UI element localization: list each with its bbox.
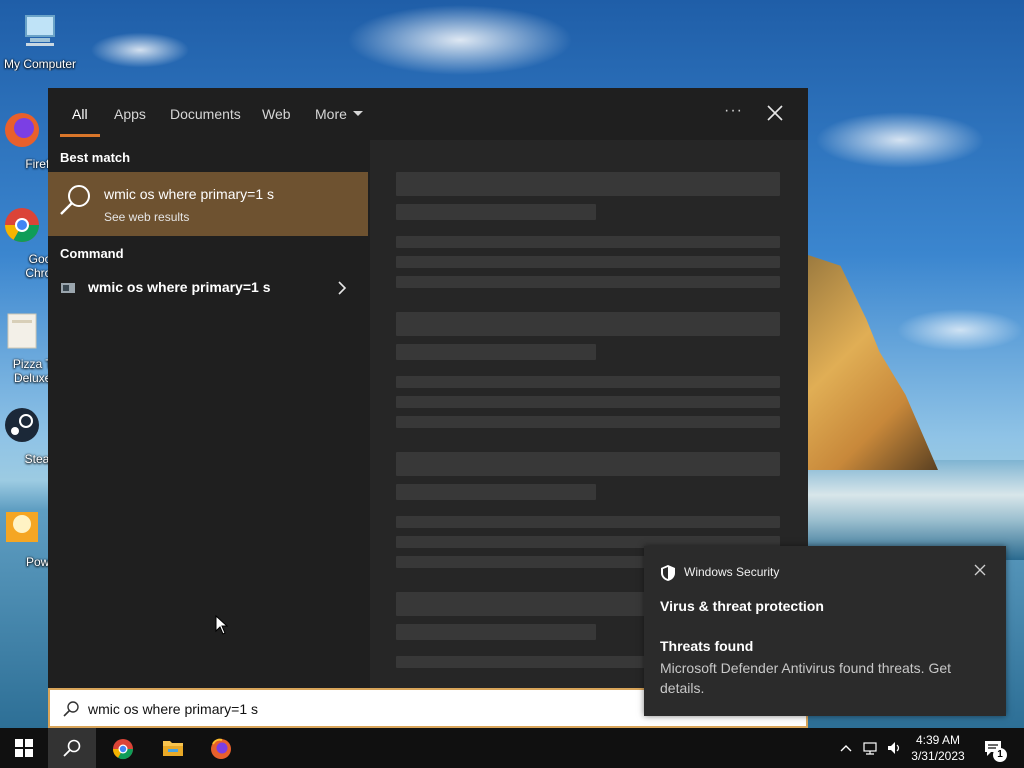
firefox-icon [5, 113, 39, 147]
action-center-button[interactable]: 1 [980, 728, 1024, 768]
toast-heading: Virus & threat protection [660, 598, 824, 614]
taskbar-file-explorer[interactable] [148, 728, 196, 768]
steam-icon [5, 408, 39, 442]
tab-apps[interactable]: Apps [114, 106, 146, 126]
wallpaper-sea [800, 460, 1024, 560]
loading-placeholder [396, 172, 780, 196]
toast-subheading: Threats found [660, 638, 754, 654]
firefox-icon [211, 738, 231, 759]
windows-logo-icon [15, 739, 33, 757]
notification-count-badge: 1 [993, 748, 1007, 762]
tab-documents[interactable]: Documents [170, 106, 241, 126]
search-input[interactable] [88, 698, 648, 720]
toast-body: Microsoft Defender Antivirus found threa… [660, 660, 952, 696]
loading-placeholder [396, 256, 780, 268]
loading-placeholder [396, 624, 596, 640]
results-list: Best match wmic os where primary=1 s See… [48, 140, 370, 688]
chevron-right-icon[interactable] [336, 280, 348, 296]
caret-down-icon [352, 111, 363, 116]
loading-placeholder [396, 276, 780, 288]
shield-icon [661, 565, 675, 581]
active-tab-indicator [60, 134, 100, 137]
computer-icon [25, 15, 55, 46]
search-icon [63, 701, 79, 717]
folder-icon [7, 313, 37, 349]
clock-date: 3/31/2023 [911, 749, 965, 763]
toast-app-name: Windows Security [684, 565, 780, 579]
close-icon[interactable] [974, 564, 986, 576]
tab-more-label: More [315, 106, 347, 122]
system-clock[interactable]: 4:39 AM 3/31/2023 [906, 732, 970, 764]
tab-web[interactable]: Web [262, 106, 291, 126]
chevron-up-icon[interactable] [838, 740, 854, 756]
loading-placeholder [396, 516, 780, 528]
search-taskbar-button[interactable] [48, 728, 96, 768]
loading-placeholder [396, 484, 596, 500]
clock-time: 4:39 AM [915, 733, 961, 747]
security-notification-toast[interactable]: Windows Security Virus & threat protecti… [644, 546, 1006, 716]
tab-all[interactable]: All [72, 106, 88, 126]
chrome-icon [112, 739, 134, 760]
mouse-cursor-icon [215, 615, 229, 635]
best-match-heading: Best match [60, 150, 131, 165]
chrome-icon [5, 208, 39, 242]
volume-icon[interactable] [886, 740, 902, 756]
loading-placeholder [396, 204, 596, 220]
loading-placeholder [396, 452, 780, 476]
loading-placeholder [396, 376, 780, 388]
loading-placeholder [396, 344, 596, 360]
search-icon [63, 739, 81, 757]
loading-placeholder [396, 236, 780, 248]
tab-more[interactable]: More [315, 106, 363, 126]
best-match-title: wmic os where primary=1 s [104, 186, 274, 202]
command-item[interactable]: wmic os where primary=1 s [48, 274, 368, 304]
wallpaper-cliff [808, 255, 938, 470]
folder-icon [163, 741, 183, 756]
start-button[interactable] [0, 728, 48, 768]
loading-placeholder [396, 312, 780, 336]
search-tabs: All Apps Documents Web More ··· [48, 88, 808, 140]
command-heading: Command [60, 246, 124, 261]
more-options-button[interactable]: ··· [724, 102, 743, 120]
best-match-subtitle: See web results [104, 210, 190, 224]
command-title: wmic os where primary=1 s [88, 279, 271, 295]
game-icon [6, 512, 38, 542]
desktop-icon-my-computer[interactable]: My Computer [0, 10, 80, 71]
taskbar: 4:39 AM 3/31/2023 1 [0, 728, 1024, 768]
desktop-icon-label: My Computer [3, 57, 77, 71]
close-icon[interactable] [766, 104, 784, 122]
taskbar-firefox[interactable] [196, 728, 244, 768]
loading-placeholder [396, 416, 780, 428]
network-icon[interactable] [862, 740, 878, 756]
command-prompt-icon [61, 283, 75, 293]
taskbar-chrome[interactable] [98, 728, 146, 768]
best-match-item[interactable]: wmic os where primary=1 s See web result… [48, 172, 368, 236]
search-web-icon [60, 185, 90, 215]
loading-placeholder [396, 396, 780, 408]
